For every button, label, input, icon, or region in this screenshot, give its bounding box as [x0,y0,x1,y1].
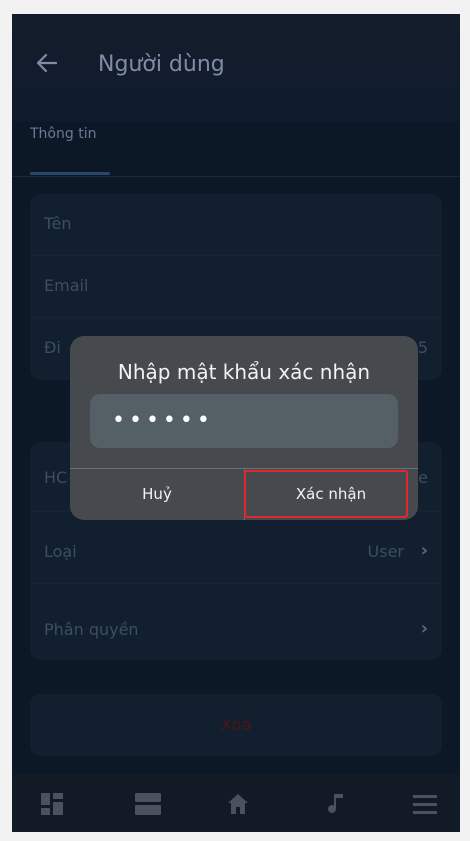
phone-label: Đi [44,338,61,357]
permission-row[interactable]: Phân quyền › [30,600,442,662]
email-field[interactable]: Email [30,256,442,318]
menu-icon[interactable] [412,792,438,816]
name-field[interactable]: Tên [30,194,442,256]
bottom-nav [12,774,460,832]
type-value: User [367,542,404,561]
music-icon[interactable] [328,792,346,816]
cancel-label: Huỷ [142,485,172,503]
type-label: Loại [44,542,77,561]
row-divider [30,583,442,584]
home-icon[interactable] [226,792,250,816]
email-label: Email [44,276,89,295]
chevron-right-icon: › [420,540,428,561]
tab-info[interactable]: Thông tin [30,126,96,142]
delete-button[interactable]: Xoá [30,694,442,756]
chevron-right-icon: › [420,618,428,639]
back-arrow-icon[interactable] [34,50,60,76]
password-value: •••••• [112,408,214,433]
name-label: Tên [44,214,72,233]
confirm-button-highlight [244,470,408,518]
delete-label: Xoá [220,715,252,734]
list-icon[interactable] [134,792,162,816]
password-input[interactable]: •••••• [90,394,398,448]
type-row[interactable]: Loại User › [30,522,442,584]
tab-indicator [30,172,110,175]
tab-divider [12,176,460,177]
dashboard-icon[interactable] [40,792,64,816]
dialog-title: Nhập mật khẩu xác nhận [117,360,371,384]
top-bar: Người dùng [12,14,460,122]
page-title: Người dùng [98,52,225,77]
phone-screen: Người dùng Thông tin Tên Email Đi 65 HC … [12,14,460,832]
home-label: HC [44,468,68,487]
permission-label: Phân quyền [44,620,139,639]
cancel-button[interactable]: Huỷ [70,469,244,520]
